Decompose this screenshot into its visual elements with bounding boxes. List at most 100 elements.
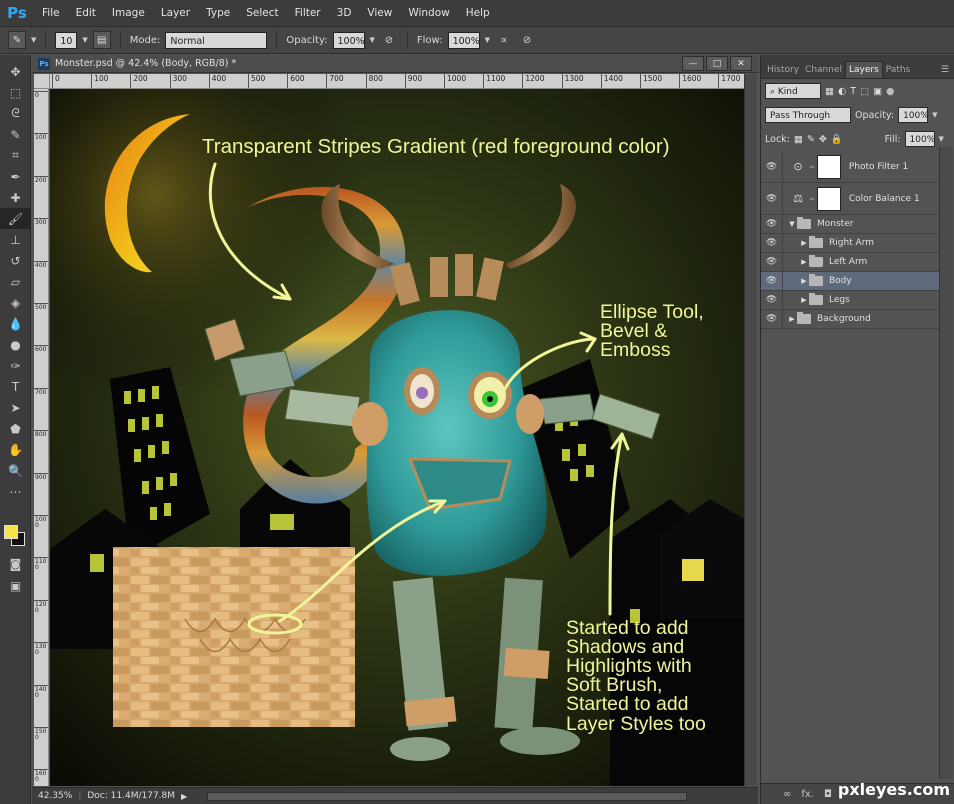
brush-size-field[interactable]: 10 — [55, 31, 78, 49]
menu-file[interactable]: File — [34, 7, 68, 19]
menu-image[interactable]: Image — [104, 7, 153, 19]
tab-layers[interactable]: Layers — [844, 61, 883, 78]
shape-filter-icon[interactable]: ⬚ — [860, 86, 869, 97]
layer-row-color-balance[interactable]: 👁 ⚖ ∞ Color Balance 1 — [761, 183, 939, 215]
opacity-arrow-icon[interactable]: ▼ — [370, 36, 375, 44]
visibility-eye-icon[interactable]: 👁 — [761, 272, 783, 290]
quick-mask-icon[interactable]: ◙ — [0, 553, 31, 574]
minimize-button[interactable]: — — [682, 56, 704, 71]
layer-row-monster[interactable]: 👁 ▼ Monster — [761, 215, 939, 234]
layer-row-background[interactable]: 👁 ▶ Background — [761, 310, 939, 329]
paint-bucket-tool-icon[interactable]: ◈ — [0, 292, 31, 313]
adjustment-filter-icon[interactable]: ◐ — [838, 86, 846, 97]
path-select-tool-icon[interactable]: ➤ — [0, 397, 31, 418]
visibility-eye-icon[interactable]: 👁 — [761, 215, 783, 233]
filter-toggle-icon[interactable]: ● — [886, 86, 894, 97]
maximize-button[interactable]: □ — [706, 56, 728, 71]
screen-mode-icon[interactable]: ▣ — [0, 575, 31, 596]
zoom-tool-icon[interactable]: 🔍 — [0, 460, 31, 481]
crop-tool-icon[interactable]: ⌗ — [0, 145, 31, 166]
visibility-eye-icon[interactable]: 👁 — [761, 234, 783, 252]
expand-triangle-icon[interactable]: ▶ — [799, 258, 809, 266]
menu-filter[interactable]: Filter — [287, 7, 329, 19]
expand-triangle-icon[interactable]: ▶ — [799, 277, 809, 285]
close-button[interactable]: ✕ — [730, 56, 752, 71]
pressure-opacity-icon[interactable]: ⊘ — [380, 31, 398, 49]
lock-position-icon[interactable]: ✥ — [819, 134, 827, 145]
blur-tool-icon[interactable]: 💧 — [0, 313, 31, 334]
layer-row-right-arm[interactable]: 👁 ▶ Right Arm — [761, 234, 939, 253]
menu-help[interactable]: Help — [458, 7, 498, 19]
tab-channels[interactable]: Channel — [802, 62, 845, 78]
opacity-field[interactable]: 100% — [332, 31, 365, 49]
vertical-scrollbar[interactable] — [744, 74, 757, 786]
pen-tool-icon[interactable]: ✑ — [0, 355, 31, 376]
mode-select[interactable]: Normal — [165, 31, 268, 49]
document-canvas[interactable]: Transparent Stripes Gradient (red foregr… — [50, 89, 744, 786]
expand-triangle-icon[interactable]: ▶ — [799, 296, 809, 304]
horizontal-scrollbar[interactable] — [207, 791, 688, 801]
brush-preset-arrow-icon[interactable]: ▼ — [31, 36, 36, 44]
brush-tool-icon[interactable]: 🖌 — [0, 208, 31, 229]
status-menu-arrow-icon[interactable]: ▶ — [181, 792, 187, 801]
layer-opacity-field[interactable]: 100% — [898, 107, 929, 123]
vertical-ruler[interactable]: 0 100 200 300 400 500 600 700 800 900 1000 1100 1200… — [34, 89, 49, 786]
airbrush-icon[interactable]: ∝ — [495, 31, 513, 49]
eyedropper-tool-icon[interactable]: ✒ — [0, 166, 31, 187]
shape-tool-icon[interactable]: ⬟ — [0, 418, 31, 439]
fx-button[interactable]: fx. — [801, 789, 814, 800]
tab-paths[interactable]: Paths — [883, 62, 913, 78]
zoom-level[interactable]: 42.35% — [38, 791, 72, 801]
visibility-eye-icon[interactable]: 👁 — [761, 151, 783, 182]
layer-row-photo-filter[interactable]: 👁 ⊙ ∞ Photo Filter 1 — [761, 151, 939, 183]
menu-edit[interactable]: Edit — [68, 7, 104, 19]
pixel-filter-icon[interactable]: ▦ — [825, 86, 834, 97]
smart-object-filter-icon[interactable]: ▣ — [873, 86, 882, 97]
expand-triangle-icon[interactable]: ▶ — [787, 315, 797, 323]
layers-scrollbar[interactable] — [939, 147, 953, 779]
link-layers-icon[interactable]: ∞ — [783, 789, 791, 800]
type-tool-icon[interactable]: T — [0, 376, 31, 397]
layer-opacity-arrow-icon[interactable]: ▼ — [932, 111, 937, 119]
panel-menu-icon[interactable]: ☰ — [936, 62, 954, 78]
horizontal-ruler[interactable]: 0 100 200 300 400 500 600 700 800 900 1000 1100 1200… — [50, 74, 744, 89]
document-tab[interactable]: Ps Monster.psd @ 42.4% (Body, RGB/8) * —… — [32, 55, 758, 73]
foreground-color-swatch[interactable] — [4, 525, 18, 539]
type-filter-icon[interactable]: T — [850, 86, 856, 97]
menu-type[interactable]: Type — [198, 7, 238, 19]
brush-panel-toggle-icon[interactable]: ▤ — [92, 31, 111, 49]
pressure-size-icon[interactable]: ⊘ — [518, 31, 536, 49]
dodge-tool-icon[interactable]: ● — [0, 334, 31, 355]
kind-filter-select[interactable]: ⌕ Kind — [765, 83, 821, 99]
flow-arrow-icon[interactable]: ▼ — [485, 36, 490, 44]
menu-select[interactable]: Select — [238, 7, 286, 19]
history-brush-tool-icon[interactable]: ↺ — [0, 250, 31, 271]
menu-3d[interactable]: 3D — [329, 7, 360, 19]
ruler-corner[interactable] — [34, 74, 50, 89]
fill-field[interactable]: 100% — [904, 131, 935, 147]
clone-stamp-tool-icon[interactable]: ⊥ — [0, 229, 31, 250]
flow-field[interactable]: 100% — [447, 31, 480, 49]
layer-row-body[interactable]: 👁 ▶ Body — [761, 272, 939, 291]
tab-history[interactable]: History — [764, 62, 802, 78]
move-tool-icon[interactable]: ✥ — [0, 61, 31, 82]
marquee-tool-icon[interactable]: ⬚ — [0, 82, 31, 103]
visibility-eye-icon[interactable]: 👁 — [761, 291, 783, 309]
healing-tool-icon[interactable]: ✚ — [0, 187, 31, 208]
visibility-eye-icon[interactable]: 👁 — [761, 253, 783, 271]
add-mask-icon[interactable]: ◘ — [824, 789, 832, 800]
brush-preset-icon[interactable]: ✎ — [8, 31, 26, 49]
menu-window[interactable]: Window — [400, 7, 457, 19]
lock-all-icon[interactable]: 🔒 — [831, 134, 843, 145]
lock-pixels-icon[interactable]: ▦ — [794, 134, 803, 145]
brush-size-arrow-icon[interactable]: ▼ — [82, 36, 87, 44]
blend-mode-select[interactable]: Pass Through — [765, 107, 851, 123]
layer-row-left-arm[interactable]: 👁 ▶ Left Arm — [761, 253, 939, 272]
menu-layer[interactable]: Layer — [153, 7, 198, 19]
quick-select-tool-icon[interactable]: ✎ — [0, 124, 31, 145]
visibility-eye-icon[interactable]: 👁 — [761, 183, 783, 214]
layer-mask-thumbnail[interactable] — [816, 154, 841, 179]
expand-triangle-down-icon[interactable]: ▼ — [787, 220, 797, 228]
layer-row-legs[interactable]: 👁 ▶ Legs — [761, 291, 939, 310]
menu-view[interactable]: View — [359, 7, 400, 19]
